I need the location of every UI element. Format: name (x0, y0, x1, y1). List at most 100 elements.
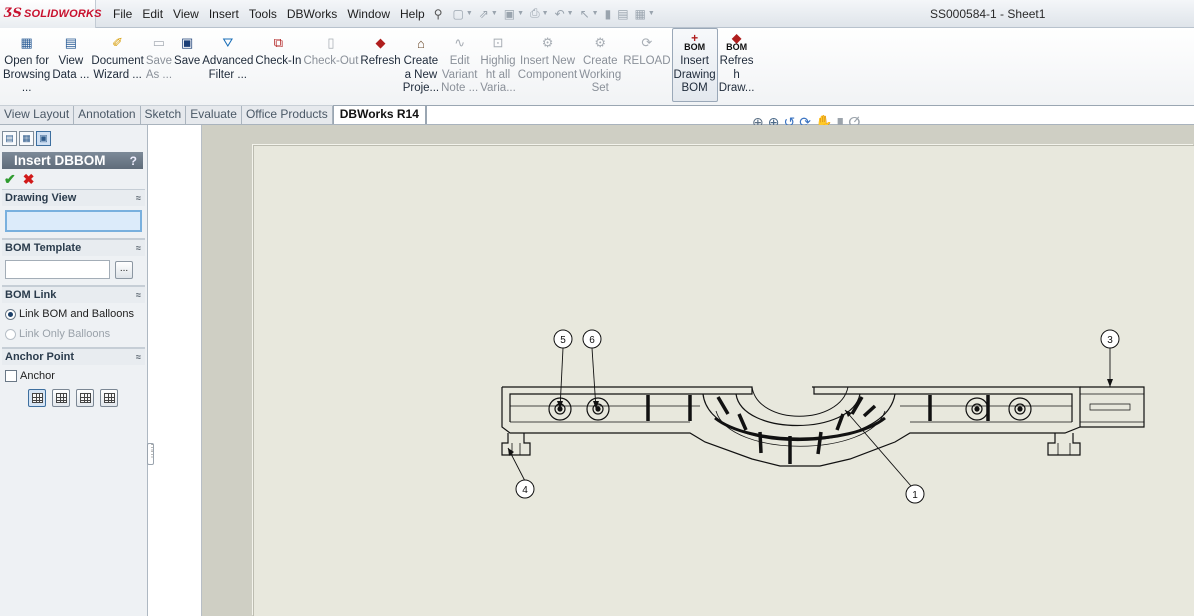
solidworks-logo[interactable]: ƷS SOLIDWORKS (0, 0, 102, 28)
insert-bom-button[interactable]: + BOM Insert Drawing BOM (671, 28, 718, 102)
ribbon-button-label: Create Working Set (579, 55, 622, 94)
new-document-icon[interactable]: ▢ ▼ (450, 7, 474, 21)
anchor-point-header[interactable]: Anchor Point ≈ (2, 348, 145, 365)
drawing-view-header[interactable]: Drawing View ≈ (2, 189, 145, 206)
open-browse-button[interactable]: ▦ Open for Browsing ... (2, 28, 51, 96)
menu-help[interactable]: Help (395, 0, 430, 28)
tab-dbworks-r14[interactable]: DBWorks R14 (332, 105, 426, 124)
collapse-chevron-icon[interactable]: ≈ (136, 352, 141, 362)
open-browse-icon: ▦ (20, 35, 33, 50)
save-quick-icon[interactable]: ▣ ▼ (502, 7, 526, 21)
pin-menu-icon[interactable]: ⚲ (430, 7, 447, 21)
link-only-balloons-option: Link Only Balloons (5, 324, 142, 344)
document-wizard-button[interactable]: ✐ Document Wizard ... (90, 28, 144, 82)
bom-template-input[interactable] (5, 260, 110, 279)
refresh-button[interactable]: ◆ Refresh (359, 28, 401, 69)
ribbon-button-label: Edit Variant Note ... (441, 55, 479, 94)
ribbon-button-label: Highlig ht all Varia... (480, 55, 516, 94)
balloon-5-label: 5 (560, 335, 566, 346)
panel-tabs: ▤ ▦ ▣ (0, 125, 147, 152)
table-anchor-icon (103, 393, 115, 403)
edit-variant-button[interactable]: ∿ Edit Variant Note ... (440, 28, 479, 96)
configuration-tab-icon[interactable]: ▣ (36, 131, 51, 146)
create-project-icon: ⌂ (416, 35, 425, 51)
refresh-icon: ◆ (375, 35, 386, 50)
feature-tree-tab-icon[interactable]: ▤ (2, 131, 17, 146)
undo-icon[interactable]: ↶ ▼ (553, 7, 576, 21)
document-wizard-icon: ✐ (112, 35, 124, 50)
print-icon[interactable]: ⎙ ▼ (528, 6, 551, 21)
anchor-bottom-left-button[interactable] (76, 389, 94, 407)
options-icon[interactable]: ▦ ▼ (633, 7, 657, 21)
menu-dbworks[interactable]: DBWorks (282, 0, 342, 28)
check-in-button[interactable]: ⧉ Check-In (254, 28, 302, 69)
part-drawing-view[interactable]: 5 6 3 4 1 (490, 326, 1150, 506)
ribbon-button-label: Insert Drawing BOM (673, 55, 716, 94)
ribbon-button-label: Refresh (360, 55, 401, 67)
ribbon-button-label: Check-In (255, 55, 302, 67)
refresh-bom-icon: ◆ BOM (726, 31, 748, 52)
working-set-button[interactable]: ⚙ Create Working Set (578, 28, 622, 96)
tab-annotation[interactable]: Annotation (74, 106, 141, 124)
anchor-bottom-right-button[interactable] (100, 389, 118, 407)
table-anchor-icon (31, 393, 43, 403)
anchor-position-buttons (5, 385, 142, 407)
collapse-chevron-icon[interactable]: ≈ (136, 290, 141, 300)
tab-view-layout[interactable]: View Layout (0, 106, 75, 124)
create-project-button[interactable]: ⌂ Create a New Proje... (402, 28, 440, 96)
bom-link-header[interactable]: BOM Link ≈ (2, 286, 145, 303)
file-properties-icon[interactable]: ▤ (615, 7, 630, 21)
ok-check-icon[interactable]: ✔ (4, 171, 16, 188)
anchor-top-left-button[interactable] (28, 389, 46, 407)
tab-office-products[interactable]: Office Products (241, 106, 333, 124)
menu-file[interactable]: File (108, 0, 137, 28)
bom-link-title: BOM Link (5, 289, 57, 301)
tab-sketch[interactable]: Sketch (140, 106, 187, 124)
radio-selected[interactable] (5, 308, 16, 320)
menu-window[interactable]: Window (342, 0, 395, 28)
save-button[interactable]: ▣ Save (173, 28, 201, 69)
check-out-button[interactable]: ▯ Check-Out (302, 28, 359, 69)
check-in-icon: ⧉ (273, 35, 284, 50)
collapse-chevron-icon[interactable]: ≈ (136, 243, 141, 253)
ribbon-button-label: Create a New Proje... (402, 55, 440, 94)
bom-template-header[interactable]: BOM Template ≈ (2, 239, 145, 256)
ribbon-button-label: Save (174, 55, 201, 67)
property-manager-panel: ▤ ▦ ▣ Insert DBBOM ? ✔ ✖ Drawing View ≈ … (0, 125, 148, 616)
menu-view[interactable]: View (168, 0, 204, 28)
cancel-x-icon[interactable]: ✖ (23, 171, 35, 188)
rebuild-icon[interactable]: ▮ (603, 7, 614, 21)
open-document-icon[interactable]: ⇗ ▼ (477, 7, 500, 21)
collapse-chevron-icon[interactable]: ≈ (136, 193, 141, 203)
table-anchor-icon (55, 393, 67, 403)
quick-access-toolbar: ▢ ▼ ⇗ ▼ ▣ ▼ ⎙ ▼ ↶ ▼ ↖ ▼ ▮ ▤ ▦ ▼ (450, 6, 656, 21)
menu-insert[interactable]: Insert (204, 0, 244, 28)
drawing-view-selection-box[interactable] (5, 210, 142, 232)
help-icon[interactable]: ? (130, 154, 137, 168)
tab-evaluate[interactable]: Evaluate (186, 106, 242, 124)
document-title: SS000584-1 - Sheet1 (930, 7, 1046, 21)
anchor-checkbox[interactable] (5, 370, 17, 382)
menu-edit[interactable]: Edit (137, 0, 168, 28)
insert-component-button[interactable]: ⚙ Insert New Component (517, 28, 578, 82)
link-bom-balloons-option[interactable]: Link BOM and Balloons (5, 304, 142, 324)
view-data-button[interactable]: ▤ View Data ... (51, 28, 90, 82)
drawing-view-group: Drawing View ≈ (2, 189, 145, 239)
advanced-filter-button[interactable]: ⛛ Advanced Filter ... (201, 28, 254, 82)
highlight-variants-button[interactable]: ⊡ Highlig ht all Varia... (479, 28, 517, 96)
reload-icon: ⟳ (641, 35, 653, 50)
reload-button[interactable]: ⟳ RELOAD (622, 28, 671, 69)
anchor-point-title: Anchor Point (5, 351, 75, 363)
property-manager-tab-icon[interactable]: ▦ (19, 131, 34, 146)
save-as-button[interactable]: ▭ Save As ... (145, 28, 173, 82)
anchor-checkbox-row[interactable]: Anchor (5, 367, 142, 385)
working-set-icon: ⚙ (594, 35, 607, 50)
select-cursor-icon[interactable]: ↖ ▼ (578, 7, 601, 21)
anchor-top-right-button[interactable] (52, 389, 70, 407)
refresh-bom-button[interactable]: ◆ BOM Refres h Draw... (718, 28, 756, 96)
save-icon: ▣ (180, 35, 194, 50)
browse-template-button[interactable]: ... (115, 260, 133, 279)
menu-tools[interactable]: Tools (244, 0, 282, 28)
panel-splitter-handle[interactable]: ⋮ ⋮ (147, 443, 156, 465)
balloon-3-label: 3 (1107, 335, 1113, 346)
